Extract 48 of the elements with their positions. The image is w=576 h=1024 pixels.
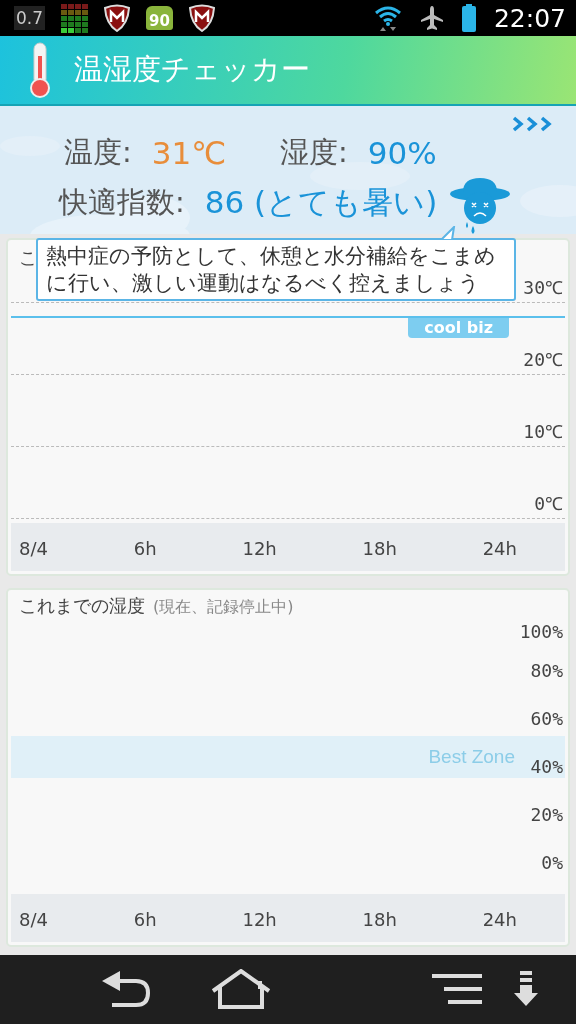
app-title: 温湿度チェッカー: [74, 51, 310, 89]
axis-label: 6h: [133, 538, 157, 560]
axis-label: 8/4: [19, 909, 48, 931]
android-badge: 90: [146, 6, 173, 31]
home-icon[interactable]: [211, 969, 271, 1010]
advice-text: 熱中症の予防として、休憩と水分補給をこまめに行い、激しい運動はなるべく控えましょう: [46, 242, 497, 297]
axis-label: 40%: [530, 755, 564, 779]
battery-icon: [461, 4, 476, 33]
axis-label: 30℃: [523, 275, 564, 300]
axis-label: 8/4: [19, 538, 48, 560]
comfort-index-value: 86 (とても暑い): [204, 182, 438, 222]
axis-label: 60%: [530, 707, 564, 731]
meter-icon: [61, 3, 89, 33]
axis-label: 10℃: [523, 419, 564, 444]
axis-label: 100%: [519, 620, 564, 644]
temperature-value: 31℃: [151, 134, 227, 171]
cpu-reading: 0.7: [14, 6, 46, 31]
shield-icon: [104, 4, 131, 33]
chart-title: こ: [19, 245, 37, 270]
sweating-face-icon: [449, 177, 512, 234]
chart-title: これまでの湿度: [19, 593, 145, 618]
recording-status: (現在、記録停止中): [153, 596, 294, 618]
axis-label: 0℃: [534, 491, 564, 516]
humidity-value: 90%: [367, 134, 437, 171]
temperature-label: 温度:: [64, 133, 132, 171]
axis-label: 12h: [242, 538, 277, 560]
comfort-index-label: 快適指数:: [59, 183, 185, 221]
axis-label: 24h: [482, 538, 517, 560]
axis-label: 20%: [530, 803, 564, 827]
menu-icon[interactable]: [432, 973, 484, 1006]
axis-label: 80%: [530, 659, 564, 683]
airplane-icon: [419, 5, 444, 32]
back-icon[interactable]: [100, 969, 150, 1010]
axis-label: 24h: [482, 909, 517, 931]
thermometer-icon: [28, 42, 52, 99]
axis-label: 18h: [362, 909, 397, 931]
wifi-icon: [373, 4, 402, 33]
axis-label: 0%: [541, 851, 564, 875]
humidity-label: 湿度:: [280, 133, 348, 171]
download-icon[interactable]: [514, 971, 538, 1008]
clock: 22:07: [493, 3, 566, 33]
axis-label: 12h: [242, 909, 277, 931]
axis-label: 20℃: [523, 347, 564, 372]
axis-label: 6h: [133, 909, 157, 931]
shield-icon: [188, 4, 215, 33]
cool-biz-tag: cool biz: [408, 317, 509, 338]
axis-label: 18h: [362, 538, 397, 560]
best-zone-label: Best Zone: [428, 745, 515, 768]
